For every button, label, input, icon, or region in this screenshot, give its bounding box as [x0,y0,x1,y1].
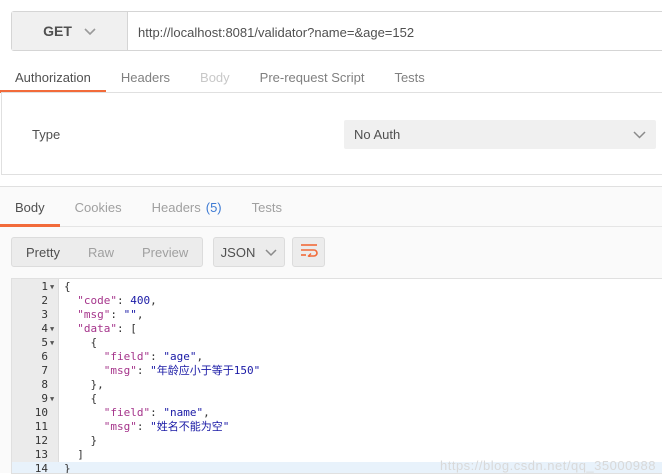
code-text: "data": [ [77,322,137,335]
line-number: 10 [34,406,48,419]
line-number: 5 [41,336,48,349]
code-line: 3 "msg": "", [12,308,662,322]
auth-type-value: No Auth [354,127,401,142]
fold-arrow-icon[interactable]: ▼ [50,280,54,294]
line-number: 7 [41,364,48,377]
code-text: } [64,462,71,474]
response-section: Body Cookies Headers (5) Tests Pretty Ra… [0,186,662,474]
json-value: "姓名不能为空" [150,420,230,433]
chevron-down-icon [84,23,96,39]
code-text: }, [64,378,104,391]
response-tabs: Body Cookies Headers (5) Tests [0,187,662,227]
line-number: 8 [41,378,48,391]
format-select[interactable]: JSON [213,237,285,267]
auth-panel: Type No Auth [1,92,662,175]
code-line: 4 ▼ "data": [ [12,322,662,336]
line-number: 12 [34,434,48,447]
fold-arrow-icon[interactable]: ▼ [50,322,54,336]
line-number: 14 [34,462,48,474]
code-text: "msg": "年龄应小于等于150" [103,364,261,377]
tab-authorization[interactable]: Authorization [0,62,106,93]
view-mode-group: Pretty Raw Preview [11,237,203,267]
code-line: 9 ▼ { [12,392,662,406]
code-text: { [64,392,98,405]
code-text: "msg": "", [77,308,144,321]
chevron-down-icon [633,127,646,142]
tab-response-body[interactable]: Body [0,187,60,227]
json-key: "data" [77,322,117,335]
response-headers-count: (5) [205,199,222,215]
request-bar: GET [11,11,662,52]
json-value: "年龄应小于等于150" [150,364,261,377]
view-mode-raw[interactable]: Raw [74,238,128,266]
wrap-lines-button[interactable] [292,237,325,267]
tab-response-cookies[interactable]: Cookies [60,187,137,227]
request-tabs: Authorization Headers Body Pre-request S… [0,62,662,93]
view-mode-preview[interactable]: Preview [128,238,202,266]
fold-arrow-icon[interactable]: ▼ [50,392,54,406]
line-number: 6 [41,350,48,363]
code-line: 2 "code": 400, [12,294,662,308]
auth-type-label: Type [32,127,61,142]
auth-type-select[interactable]: No Auth [344,120,656,149]
response-headers-label: Headers [151,199,201,215]
method-select[interactable]: GET [12,12,128,50]
code-text: "msg": "姓名不能为空" [103,420,230,433]
json-value: "age" [163,350,197,363]
code-text: { [64,280,71,293]
response-code-viewer[interactable]: 1 ▼ { 2 "code": 400, 3 "msg": "", 4 ▼ "d… [11,278,662,474]
tab-pre-request-script[interactable]: Pre-request Script [245,62,380,93]
code-line: 10 "field": "name", [12,406,662,420]
code-text: "field": "age", [103,350,204,363]
code-text: "field": "name", [103,406,210,419]
format-label: JSON [220,244,256,260]
fold-arrow-icon[interactable]: ▼ [50,336,54,350]
tab-tests[interactable]: Tests [379,62,439,93]
line-number: 4 [41,322,48,335]
json-value: 400 [130,294,151,307]
code-text: { [64,336,98,349]
line-number: 9 [41,392,48,405]
line-number: 1 [41,280,48,293]
json-key: "field" [103,350,151,363]
json-key: "msg" [103,364,137,377]
code-line: 8 }, [12,378,662,392]
chevron-down-icon [265,245,277,260]
line-number: 11 [34,420,48,433]
line-number: 2 [41,294,48,307]
url-input[interactable] [128,12,662,52]
code-line: 6 "field": "age", [12,350,662,364]
line-number: 13 [34,448,48,461]
code-line: 1 ▼ { [12,280,662,294]
line-number: 3 [41,308,48,321]
tab-response-headers[interactable]: Headers (5) [137,187,237,227]
tab-response-tests[interactable]: Tests [237,187,297,227]
json-key: "field" [103,406,151,419]
code-text: "code": 400, [77,294,157,307]
json-value: "name" [163,406,204,419]
code-line: 5 ▼ { [12,336,662,350]
code-line: 12 } [12,434,662,448]
method-label: GET [43,23,72,39]
code-line: 7 "msg": "年龄应小于等于150" [12,364,662,378]
json-key: "msg" [103,420,137,433]
wrap-lines-icon [300,243,318,262]
tab-body[interactable]: Body [185,62,245,93]
watermark: https://blog.csdn.net/qq_35000988 [440,458,656,473]
tab-headers[interactable]: Headers [106,62,185,93]
json-key: "code" [77,294,117,307]
code-text: ] [64,448,84,461]
code-line: 11 "msg": "姓名不能为空" [12,420,662,434]
json-key: "msg" [77,308,111,321]
json-value: "" [123,308,137,321]
view-mode-pretty[interactable]: Pretty [12,238,74,266]
code-text: } [64,434,98,447]
